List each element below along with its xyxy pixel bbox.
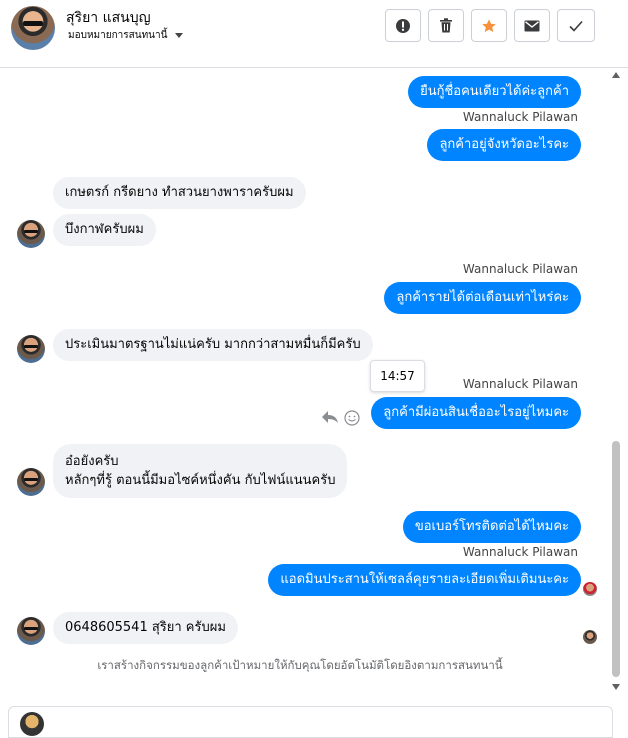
page-avatar [20, 712, 44, 736]
contact-avatar [17, 220, 45, 248]
contact-avatar [17, 335, 45, 363]
timestamp-tooltip: 14:57 [370, 360, 425, 392]
trash-icon [440, 18, 452, 33]
message-outgoing[interactable]: แอดมินประสานให้เซลล์คุยรายละเอียดเพิ่มเต… [268, 564, 581, 596]
scroll-down-arrow[interactable] [612, 684, 620, 690]
message-line: หลักๆที่รู้ ตอนนี้มีมอไซค์หนึ่งคัน กับไฟ… [65, 473, 336, 488]
mark-unread-button[interactable] [514, 9, 550, 42]
mark-done-button[interactable] [557, 9, 595, 42]
contact-avatar [17, 617, 45, 645]
sender-name: Wannaluck Pilawan [462, 262, 578, 276]
star-icon [482, 18, 496, 32]
mark-spam-button[interactable] [385, 9, 421, 42]
check-icon [569, 20, 583, 32]
contact-avatar [17, 468, 45, 496]
message-outgoing[interactable]: ลูกค้ารายได้ต่อเดือนเท่าไหร่คะ [384, 282, 581, 314]
scrollbar-thumb[interactable] [612, 441, 620, 677]
mail-icon [524, 20, 540, 31]
contact-avatar[interactable] [11, 6, 55, 50]
read-receipt-avatar [583, 630, 597, 644]
message-outgoing[interactable]: ยืนกู้ชื่อคนเดียวได้ค่ะลูกค้า [408, 76, 581, 108]
message-outgoing[interactable]: ลูกค้าอยู่จังหวัดอะไรคะ [427, 129, 581, 161]
message-composer[interactable] [8, 706, 613, 738]
sender-name: Wannaluck Pilawan [462, 377, 578, 391]
sender-name: Wannaluck Pilawan [462, 110, 578, 124]
scroll-up-arrow[interactable] [612, 72, 620, 78]
message-outgoing[interactable]: ลูกค้ามีผ่อนสินเชื่ออะไรอยู่ไหมคะ [371, 397, 581, 429]
conversation-header: สุริยา แสนบุญ มอบหมายการสนทนานี้ [0, 0, 628, 68]
alert-icon [396, 18, 410, 33]
assign-conversation-dropdown[interactable]: มอบหมายการสนทนานี้ [68, 28, 184, 43]
sender-name: Wannaluck Pilawan [462, 545, 578, 559]
emoji-reaction-icon[interactable] [344, 410, 360, 426]
auto-activity-notice: เราสร้างกิจกรรมของลูกค้าเป้าหมายให้กับคุ… [97, 658, 503, 672]
message-incoming[interactable]: ประเมินมาตรฐานไม่แน่ครับ มากกว่าสามหมื่น… [53, 329, 373, 361]
message-incoming[interactable]: เกษตรก์ กรีดยาง ทำสวนยางพาราครับผม [53, 177, 306, 209]
seen-avatar [583, 582, 597, 596]
message-line: อ๋อยังครับ [65, 454, 119, 469]
caret-down-icon [175, 33, 184, 38]
assign-conversation-label: มอบหมายการสนทนานี้ [68, 30, 168, 41]
contact-name[interactable]: สุริยา แสนบุญ [66, 7, 151, 29]
message-outgoing[interactable]: ขอเบอร์โทรติดต่อได้ไหมคะ [402, 511, 581, 543]
star-button[interactable] [471, 9, 507, 42]
message-incoming-multiline[interactable]: อ๋อยังครับ หลักๆที่รู้ ตอนนี้มีมอไซค์หนึ… [53, 444, 348, 498]
message-incoming[interactable]: บึงกาฬครับผม [53, 214, 156, 246]
reply-icon[interactable] [321, 410, 339, 424]
message-incoming[interactable]: 0648605541 สุริยา ครับผม [53, 612, 238, 644]
delete-button[interactable] [428, 9, 464, 42]
